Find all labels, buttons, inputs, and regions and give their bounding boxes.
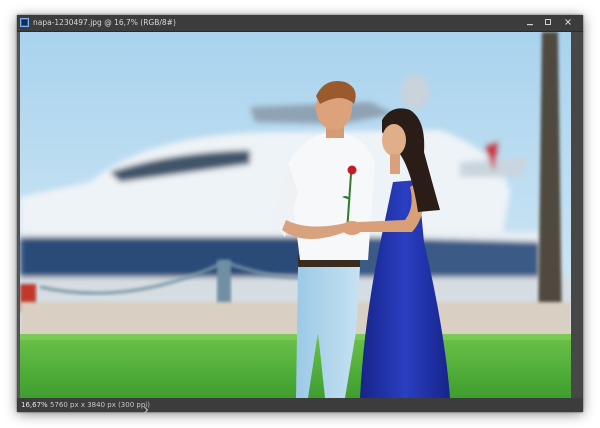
document-window: napa-1230497.jpg @ 16,7% (RGB/8#) 16,67%… xyxy=(17,15,583,414)
minimize-icon xyxy=(527,24,533,26)
status-bar: 16,67% 5760 px x 3840 px (300 ppi) xyxy=(17,398,583,414)
close-button[interactable] xyxy=(559,16,577,29)
close-icon xyxy=(565,19,571,25)
document-title: napa-1230497.jpg @ 16,7% (RGB/8#) xyxy=(33,18,176,27)
photoshop-document-icon xyxy=(20,18,29,27)
document-titlebar[interactable]: napa-1230497.jpg @ 16,7% (RGB/8#) xyxy=(17,15,583,32)
image-canvas[interactable] xyxy=(20,32,571,398)
zoom-level[interactable]: 16,67% xyxy=(21,399,48,411)
maximize-button[interactable] xyxy=(539,16,557,29)
photo-couple-at-marina xyxy=(20,32,571,398)
vertical-scroll-gutter xyxy=(571,32,583,398)
maximize-icon xyxy=(545,19,551,25)
document-dimensions: 5760 px x 3840 px (300 ppi) xyxy=(50,401,150,409)
chevron-right-icon xyxy=(144,406,149,414)
status-menu-button[interactable] xyxy=(142,400,150,414)
minimize-button[interactable] xyxy=(521,16,539,29)
